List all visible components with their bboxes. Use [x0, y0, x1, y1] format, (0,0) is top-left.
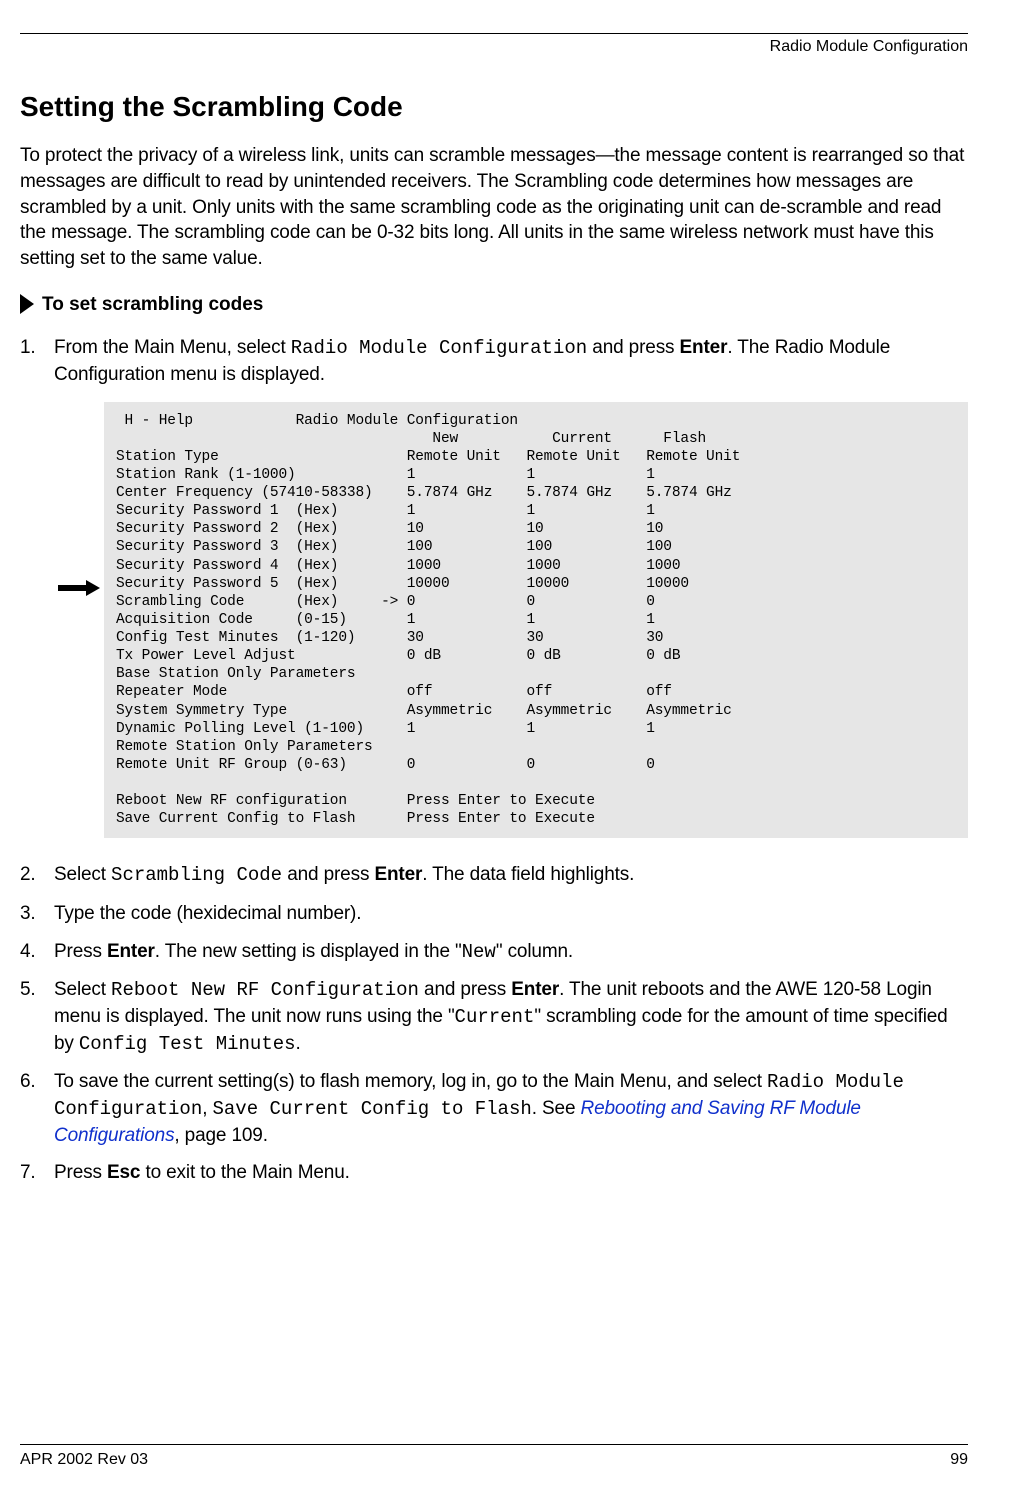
step-text: " column.: [496, 941, 573, 962]
footer-page-number: 99: [950, 1449, 968, 1471]
step-code: Current: [455, 1006, 535, 1028]
step-4: Press Enter. The new setting is displaye…: [20, 939, 968, 966]
step-code: New: [462, 941, 496, 963]
step-key: Enter: [511, 979, 559, 1000]
step-code: Radio Module Configuration: [291, 337, 587, 359]
header-text: Radio Module Configuration: [770, 38, 968, 55]
callout-arrow-icon: [58, 580, 102, 596]
step-text: . The data field highlights.: [422, 864, 634, 885]
step-text: Press: [54, 941, 107, 962]
step-text: and press: [282, 864, 374, 885]
page-footer: APR 2002 Rev 03 99: [20, 1444, 968, 1471]
step-text: Type the code (hexidecimal number).: [54, 903, 361, 924]
step-text: .: [296, 1033, 301, 1054]
step-key: Enter: [680, 337, 728, 358]
step-text: Select: [54, 979, 111, 1000]
step-text: . The new setting is displayed in the ": [155, 941, 462, 962]
procedure-heading: To set scrambling codes: [42, 292, 263, 318]
step-key: Enter: [107, 941, 155, 962]
step-text: and press: [419, 979, 511, 1000]
step-text: Press: [54, 1162, 107, 1183]
step-7: Press Esc to exit to the Main Menu.: [20, 1160, 968, 1186]
step-text: To save the current setting(s) to flash …: [54, 1071, 767, 1092]
step-text: to exit to the Main Menu.: [140, 1162, 349, 1183]
step-3: Type the code (hexidecimal number).: [20, 901, 968, 927]
terminal-output: H - Help Radio Module Configuration New …: [104, 402, 968, 839]
step-text: ,: [202, 1098, 212, 1119]
footer-left: APR 2002 Rev 03: [20, 1449, 148, 1471]
step-text: From the Main Menu, select: [54, 337, 291, 358]
step-text: . See: [532, 1098, 581, 1119]
step-code: Config Test Minutes: [79, 1033, 296, 1055]
step-6: To save the current setting(s) to flash …: [20, 1069, 968, 1148]
step-key: Esc: [107, 1162, 140, 1183]
step-code: Reboot New RF Configuration: [111, 979, 419, 1001]
triangle-bullet-icon: [20, 294, 34, 314]
step-code: Save Current Config to Flash: [213, 1098, 532, 1120]
step-text: Select: [54, 864, 111, 885]
step-text: and press: [587, 337, 679, 358]
step-code: Scrambling Code: [111, 864, 282, 886]
step-2: Select Scrambling Code and press Enter. …: [20, 862, 968, 889]
terminal-screenshot: H - Help Radio Module Configuration New …: [104, 402, 968, 839]
step-text: , page 109.: [174, 1125, 267, 1146]
page-title: Setting the Scrambling Code: [20, 88, 968, 126]
intro-paragraph: To protect the privacy of a wireless lin…: [20, 143, 968, 271]
step-key: Enter: [374, 864, 422, 885]
procedure-heading-row: To set scrambling codes: [20, 292, 968, 318]
step-5: Select Reboot New RF Configuration and p…: [20, 977, 968, 1057]
step-1: From the Main Menu, select Radio Module …: [20, 335, 968, 838]
running-header: Radio Module Configuration: [20, 33, 968, 58]
